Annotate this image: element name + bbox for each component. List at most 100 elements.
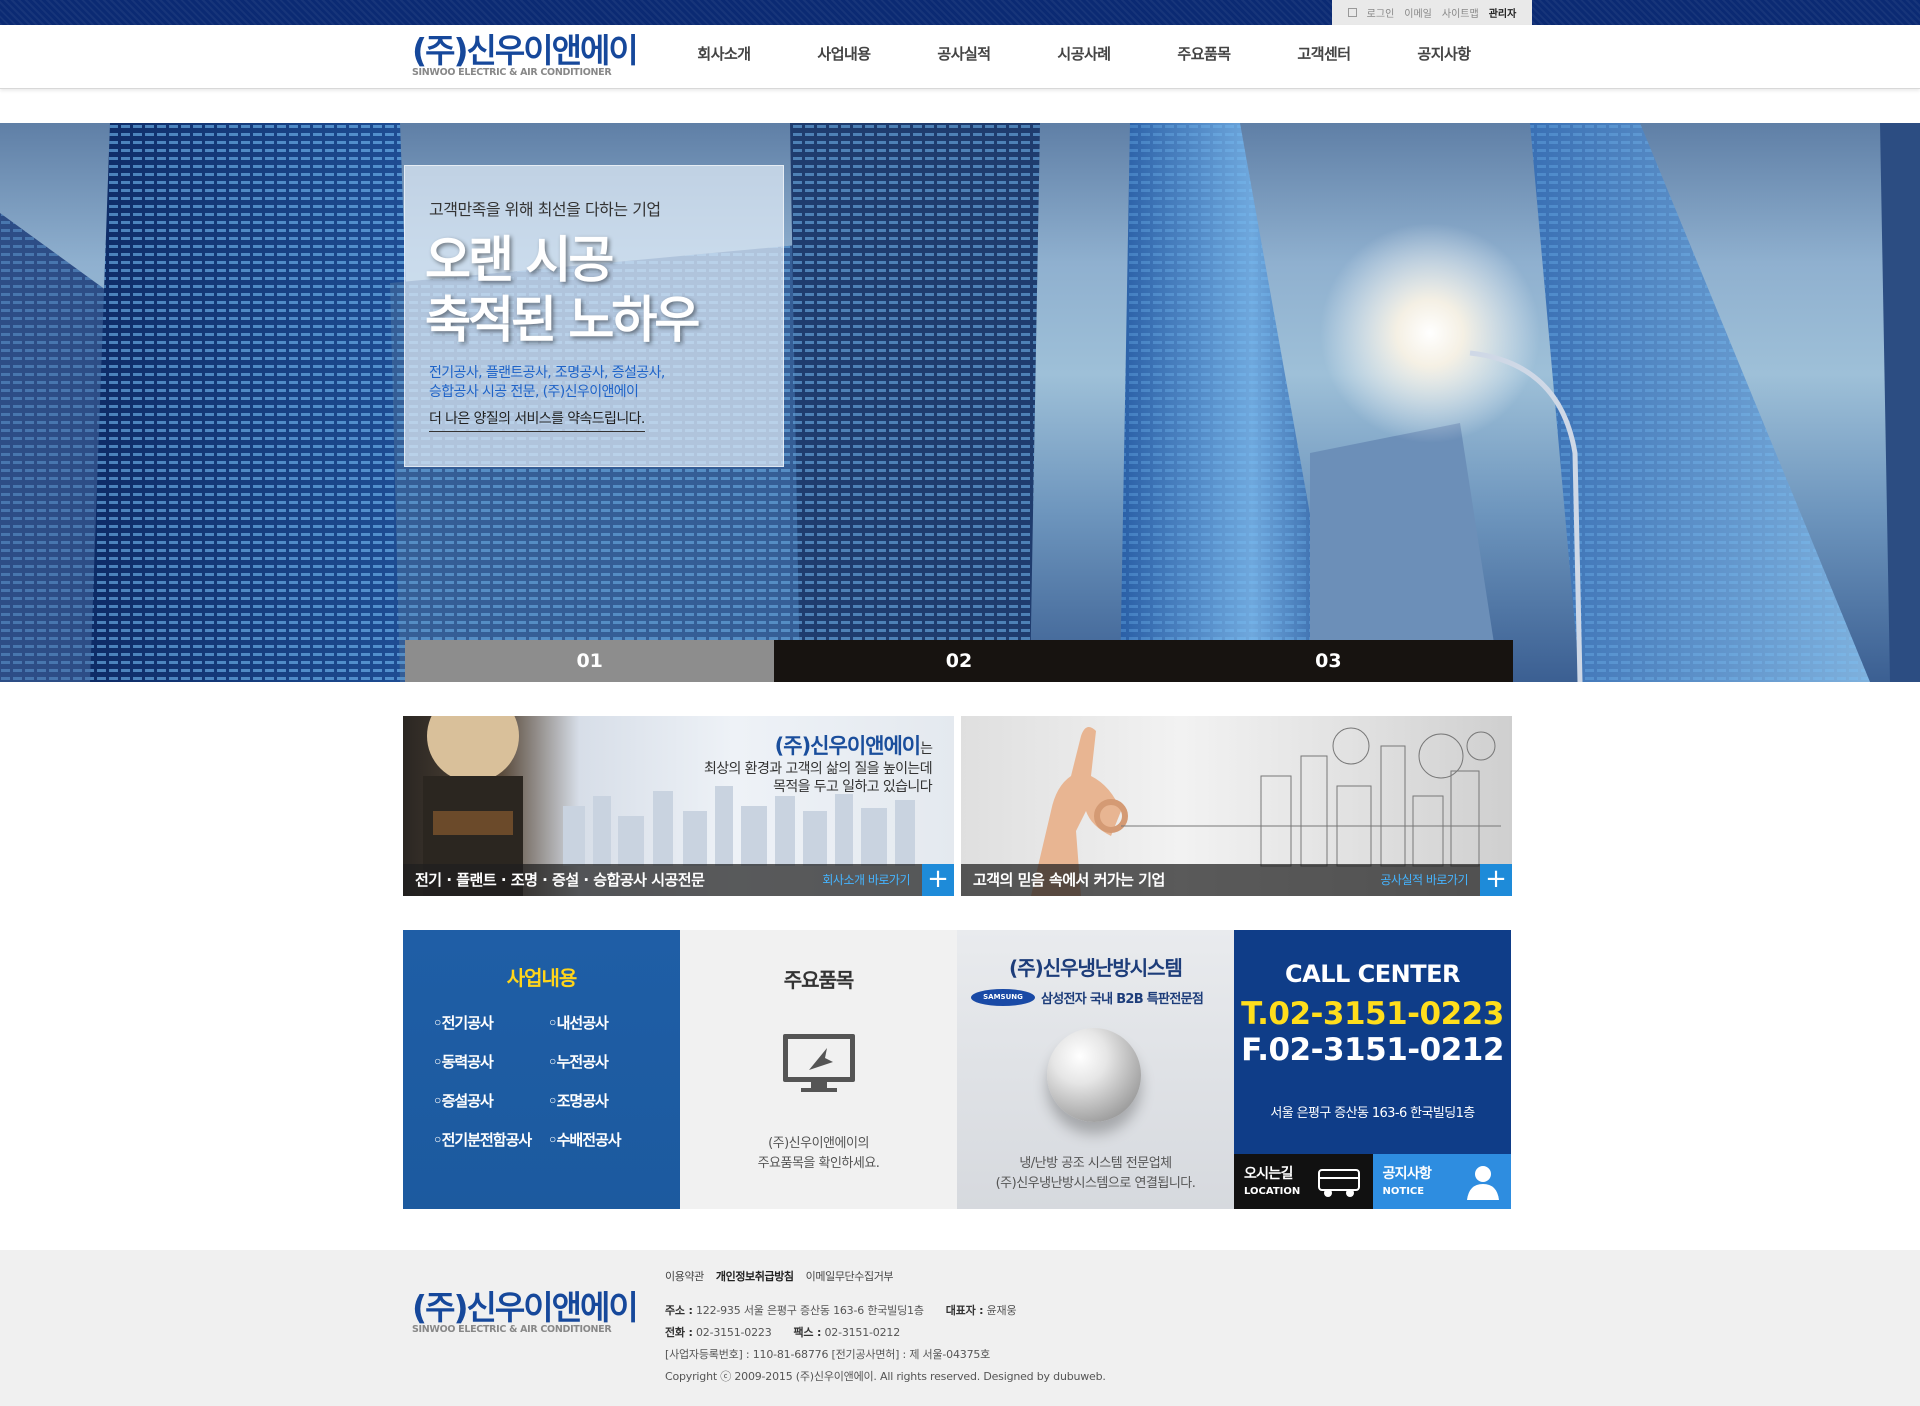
footer-fax-label: 팩스 : bbox=[793, 1326, 822, 1339]
footer-address: 122-935 서울 은평구 증산동 163-6 한국빌딩1층 bbox=[695, 1304, 924, 1317]
hero-service-list: 전기공사, 플랜트공사, 조명공사, 증설공사, 승합공사 시공 전문, (주)… bbox=[429, 364, 665, 402]
privacy-link[interactable]: 개인정보취급방침 bbox=[716, 1268, 794, 1284]
footer-tel: 02-3151-0223 bbox=[695, 1326, 772, 1339]
promo1-caption-bar: 전기 · 플랜트 · 조명 · 증설 · 승합공사 시공전문 회사소개 바로가기… bbox=[403, 864, 954, 896]
footer-fax: 02-3151-0212 bbox=[824, 1326, 900, 1339]
logo-english: SINWOO ELECTRIC & AIR CONDITIONER bbox=[412, 67, 612, 78]
hero-text-box: 고객만족을 위해 최선을 다하는 기업 오랜 시공 축적된 노하우 전기공사, … bbox=[404, 165, 784, 467]
products-desc-line1: (주)신우이앤에이의 bbox=[768, 1136, 869, 1151]
call-center-title: CALL CENTER bbox=[1285, 960, 1460, 988]
admin-link[interactable]: 관리자 bbox=[1489, 5, 1517, 20]
footer-info: 주소 : 122-935 서울 은평구 증산동 163-6 한국빌딩1층 대표자 … bbox=[665, 1300, 1106, 1388]
plus-icon[interactable]: + bbox=[922, 864, 954, 896]
footer-logo-english: SINWOO ELECTRIC & AIR CONDITIONER bbox=[412, 1324, 612, 1335]
nav-products[interactable]: 주요품목 bbox=[1144, 25, 1264, 89]
slide-tab-02[interactable]: 02 bbox=[774, 640, 1144, 682]
business-item[interactable]: ◦동력공사 bbox=[433, 1051, 548, 1072]
bus-icon bbox=[1317, 1169, 1360, 1197]
footer-logo-korean: (주)신우이앤에이 bbox=[412, 1288, 639, 1327]
nav-business[interactable]: 사업내용 bbox=[784, 25, 904, 89]
hvac-desc-line1: 냉/난방 공조 시스템 전문업체 bbox=[1019, 1156, 1172, 1171]
home-icon[interactable] bbox=[1347, 8, 1357, 17]
sitemap-link[interactable]: 사이트맵 bbox=[1442, 5, 1479, 20]
call-center-address: 서울 은평구 증산동 163-6 한국빌딩1층 bbox=[1270, 1106, 1475, 1121]
location-label: 오시는길 bbox=[1244, 1166, 1293, 1182]
samsung-logo: SAMSUNG bbox=[971, 989, 1035, 1006]
email-refusal-link[interactable]: 이메일무단수집거부 bbox=[806, 1268, 894, 1284]
nav-cases[interactable]: 시공사례 bbox=[1024, 25, 1144, 89]
nav-projects[interactable]: 공사실적 bbox=[904, 25, 1024, 89]
feature-boxes: 사업내용 ◦전기공사 ◦내선공사 ◦동력공사 ◦누전공사 ◦증설공사 ◦조명공사… bbox=[403, 930, 1511, 1209]
business-box[interactable]: 사업내용 ◦전기공사 ◦내선공사 ◦동력공사 ◦누전공사 ◦증설공사 ◦조명공사… bbox=[403, 930, 680, 1209]
hero-headline: 오랜 시공 축적된 노하우 bbox=[425, 230, 700, 350]
top-strip bbox=[0, 0, 1920, 25]
promo2-caption: 고객의 믿음 속에서 커가는 기업 bbox=[973, 871, 1165, 889]
company-promo-banner[interactable]: (주)신우이앤에이는 최상의 환경과 고객의 삶의 질을 높이는데 목적을 두고… bbox=[403, 716, 954, 896]
hero-banner: 고객만족을 위해 최선을 다하는 기업 오랜 시공 축적된 노하우 전기공사, … bbox=[0, 123, 1920, 682]
hero-service-line2: 승합공사 시공 전문, (주)신우이앤에이 bbox=[429, 384, 639, 400]
footer: 이용약관 개인정보취급방침 이메일무단수집거부 (주)신우이앤에이 SINWOO… bbox=[0, 1250, 1920, 1406]
hvac-title: (주)신우냉난방시스템 bbox=[1009, 956, 1183, 980]
hero-headline-line1: 오랜 시공 bbox=[425, 231, 614, 289]
globe-icon bbox=[1047, 1028, 1141, 1122]
business-item[interactable]: ◦누전공사 bbox=[548, 1051, 663, 1072]
footer-logo[interactable]: (주)신우이앤에이 SINWOO ELECTRIC & AIR CONDITIO… bbox=[412, 1288, 639, 1336]
nav-notice[interactable]: 공지사항 bbox=[1384, 25, 1504, 89]
logo-korean: (주)신우이앤에이 bbox=[412, 31, 639, 70]
projects-shortcut-link[interactable]: 공사실적 바로가기 bbox=[1380, 864, 1468, 896]
business-item[interactable]: ◦증설공사 bbox=[433, 1090, 548, 1111]
business-list: ◦전기공사 ◦내선공사 ◦동력공사 ◦누전공사 ◦증설공사 ◦조명공사 ◦전기분… bbox=[433, 1012, 663, 1150]
nav-customer[interactable]: 고객센터 bbox=[1264, 25, 1384, 89]
products-title: 주요품목 bbox=[783, 968, 855, 992]
promo1-copy: (주)신우이앤에이는 최상의 환경과 고객의 삶의 질을 높이는데 목적을 두고… bbox=[703, 730, 933, 796]
promo1-name-suffix: 는 bbox=[920, 741, 933, 757]
business-title: 사업내용 bbox=[506, 966, 578, 990]
login-link[interactable]: 로그인 bbox=[1367, 5, 1395, 20]
company-shortcut-link[interactable]: 회사소개 바로가기 bbox=[822, 864, 910, 896]
footer-ceo: 윤재웅 bbox=[986, 1304, 1017, 1317]
products-description: (주)신우이앤에이의 주요품목을 확인하세요. bbox=[680, 1134, 957, 1174]
footer-address-label: 주소 : bbox=[665, 1304, 693, 1317]
location-button[interactable]: 오시는길 LOCATION bbox=[1234, 1154, 1373, 1209]
footer-links: 이용약관 개인정보취급방침 이메일무단수집거부 bbox=[665, 1268, 894, 1284]
monitor-cursor-icon bbox=[783, 1034, 855, 1092]
header: (주)신우이앤에이 SINWOO ELECTRIC & AIR CONDITIO… bbox=[0, 25, 1920, 89]
main-nav: 회사소개 사업내용 공사실적 시공사례 주요품목 고객센터 공지사항 bbox=[664, 25, 1504, 89]
products-box[interactable]: 주요품목 (주)신우이앤에이의 주요품목을 확인하세요. bbox=[680, 930, 957, 1209]
business-item[interactable]: ◦내선공사 bbox=[548, 1012, 663, 1033]
hvac-desc-line2: (주)신우냉난방시스템으로 연결됩니다. bbox=[995, 1176, 1196, 1191]
business-item[interactable]: ◦전기분전함공사 bbox=[433, 1129, 548, 1150]
call-center-links: 오시는길 LOCATION 공지사항 NOTICE bbox=[1234, 1154, 1511, 1209]
call-center-phone: T.02-3151-0223 bbox=[1241, 996, 1504, 1032]
call-center-fax: F.02-3151-0212 bbox=[1241, 1032, 1504, 1068]
slide-tab-03[interactable]: 03 bbox=[1143, 640, 1513, 682]
footer-contact-row: 전화 : 02-3151-0223 팩스 : 02-3151-0212 bbox=[665, 1322, 1106, 1344]
business-item[interactable]: ◦수배전공사 bbox=[548, 1129, 663, 1150]
products-desc-line2: 주요품목을 확인하세요. bbox=[757, 1156, 880, 1171]
promo1-name: (주)신우이앤에이 bbox=[774, 734, 921, 758]
hero-headline-line2: 축적된 노하우 bbox=[425, 291, 700, 349]
projects-promo-banner[interactable]: 고객의 믿음 속에서 커가는 기업 공사실적 바로가기 + bbox=[961, 716, 1512, 896]
hvac-system-box[interactable]: (주)신우냉난방시스템 SAMSUNG 삼성전자 국내 B2B 특판전문점 냉/… bbox=[957, 930, 1234, 1209]
notice-label-en: NOTICE bbox=[1382, 1186, 1425, 1197]
terms-link[interactable]: 이용약관 bbox=[665, 1268, 704, 1284]
site-logo[interactable]: (주)신우이앤에이 SINWOO ELECTRIC & AIR CONDITIO… bbox=[412, 31, 639, 83]
call-center-box: CALL CENTER T.02-3151-0223 F.02-3151-021… bbox=[1234, 930, 1511, 1209]
hvac-description: 냉/난방 공조 시스템 전문업체 (주)신우냉난방시스템으로 연결됩니다. bbox=[957, 1154, 1234, 1194]
location-label-en: LOCATION bbox=[1244, 1186, 1301, 1197]
person-icon bbox=[1467, 1166, 1499, 1200]
promo1-caption: 전기 · 플랜트 · 조명 · 증설 · 승합공사 시공전문 bbox=[415, 871, 705, 889]
slide-tab-01[interactable]: 01 bbox=[405, 640, 775, 682]
slide-tabs: 01 02 03 bbox=[405, 640, 1513, 682]
promo1-line1: 최상의 환경과 고객의 삶의 질을 높이는데 bbox=[703, 761, 933, 777]
email-link[interactable]: 이메일 bbox=[1404, 5, 1432, 20]
nav-company[interactable]: 회사소개 bbox=[664, 25, 784, 89]
business-item[interactable]: ◦전기공사 bbox=[433, 1012, 548, 1033]
plus-icon[interactable]: + bbox=[1480, 864, 1512, 896]
notice-button[interactable]: 공지사항 NOTICE bbox=[1372, 1154, 1511, 1209]
promo1-line2: 목적을 두고 일하고 있습니다 bbox=[773, 779, 933, 795]
hero-promise: 더 나은 양질의 서비스를 약속드립니다. bbox=[429, 408, 645, 432]
utility-menu: 로그인 이메일 사이트맵 관리자 bbox=[1332, 0, 1532, 25]
hvac-subtitle: SAMSUNG 삼성전자 국내 B2B 특판전문점 bbox=[971, 988, 1204, 1007]
business-item[interactable]: ◦조명공사 bbox=[548, 1090, 663, 1111]
